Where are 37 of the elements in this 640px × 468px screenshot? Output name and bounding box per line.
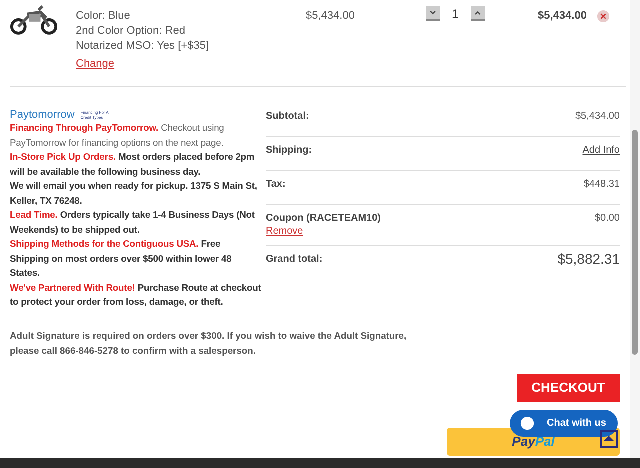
notice-text: Financing Through PayTomorrow. Checkout using PayTomorrow for financing options on the next page.	[10, 121, 226, 150]
unit-price: $5,434.00	[306, 10, 356, 22]
summary-value: $448.31	[584, 179, 620, 190]
summary-value: $5,882.31	[558, 251, 620, 267]
chevron-up-icon	[474, 8, 482, 16]
notice-text: We've Partnered With Route! Purchase Route at checkout to protect your order from loss, damage, or theft.	[10, 280, 262, 309]
remove-coupon-link[interactable]: Remove	[266, 226, 381, 237]
add-info-link[interactable]: Add Info	[582, 145, 620, 156]
change-link[interactable]: Change	[76, 58, 306, 70]
notice-text: We will email you when ready for pickup. 1375 S Main St, Keller, TX 76248.	[10, 179, 258, 208]
option-text: Notarized MSO: Yes [+$35]	[76, 39, 210, 53]
checkout-button[interactable]: CHECKOUT	[517, 374, 620, 402]
chat-toast[interactable]: Chat with us	[510, 410, 618, 436]
summary-label: Coupon (RACETEAM10)	[266, 213, 381, 224]
notice-text: Lead Time. Orders typically take 1-4 Business Days (Not Weekends) to be shipped out.	[10, 208, 256, 237]
scrollbar[interactable]	[630, 0, 640, 458]
notice-text: Shipping Methods for the Contiguous USA. Free Shipping on most orders over $500 within lower 48 States.	[10, 237, 233, 280]
summary-label: Grand total:	[266, 254, 323, 265]
option-text: Color: Blue	[76, 9, 132, 23]
paytomorrow-logo: Paytomorrow	[10, 109, 75, 121]
decrease-button[interactable]	[426, 6, 440, 21]
line-total: $5,434.00	[538, 10, 588, 22]
scroll-to-top-icon[interactable]	[600, 430, 618, 448]
summary-value: $5,434.00	[576, 111, 620, 122]
summary-value: $0.00	[594, 213, 620, 224]
remove-icon[interactable]	[597, 10, 610, 23]
dirt-bike-photo	[10, 4, 58, 36]
notice-text: In-Store Pick Up Orders. Most orders placed before 2pm will be available the following business day.	[10, 150, 256, 179]
increase-button[interactable]	[470, 6, 485, 21]
summary-label: Tax:	[266, 179, 286, 190]
summary-label: Shipping:	[266, 145, 312, 156]
signature-note: Adult Signature is required on orders over $300. If you wish to waive the Adult Signature, please call 866-846-5278 to confirm with a salesperson.	[10, 328, 408, 358]
quantity-value: 1	[452, 6, 459, 20]
chat-bubble-icon	[520, 416, 535, 430]
chevron-down-icon	[429, 8, 437, 16]
option-text: 2nd Color Option: Red	[76, 24, 186, 38]
summary-label: Subtotal:	[266, 111, 310, 122]
